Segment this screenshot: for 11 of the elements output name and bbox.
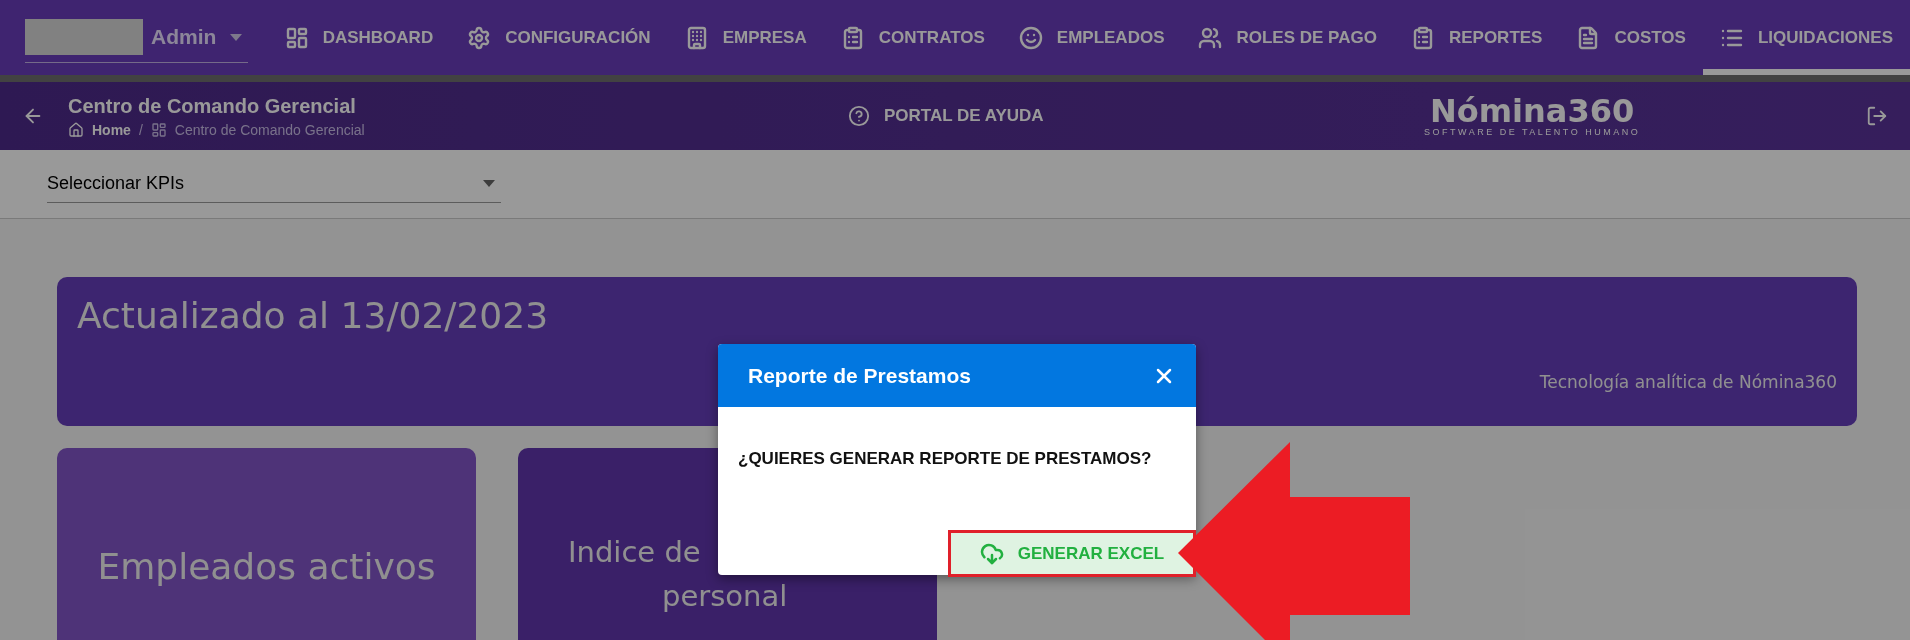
logo: Nómina360 SOFTWARE DE TALENTO HUMANO	[1424, 95, 1641, 137]
dialog-message: ¿QUIERES GENERAR REPORTE DE PRESTAMOS?	[737, 448, 1153, 469]
card-title: personal	[662, 577, 788, 615]
page-title: Centro de Comando Gerencial	[68, 94, 357, 118]
card-title: Indice de	[568, 534, 701, 571]
breadcrumb-item: Centro de Comando Gerencial	[174, 121, 365, 138]
banner-caption: Tecnología analítica de Nómina360	[1539, 372, 1837, 392]
breadcrumb-separator: /	[138, 121, 143, 138]
card-title: Empleados activos	[97, 545, 436, 589]
banner-title: Actualizado al 13/02/2023	[77, 295, 550, 336]
dialog-title: Reporte de Prestamos	[748, 363, 971, 388]
